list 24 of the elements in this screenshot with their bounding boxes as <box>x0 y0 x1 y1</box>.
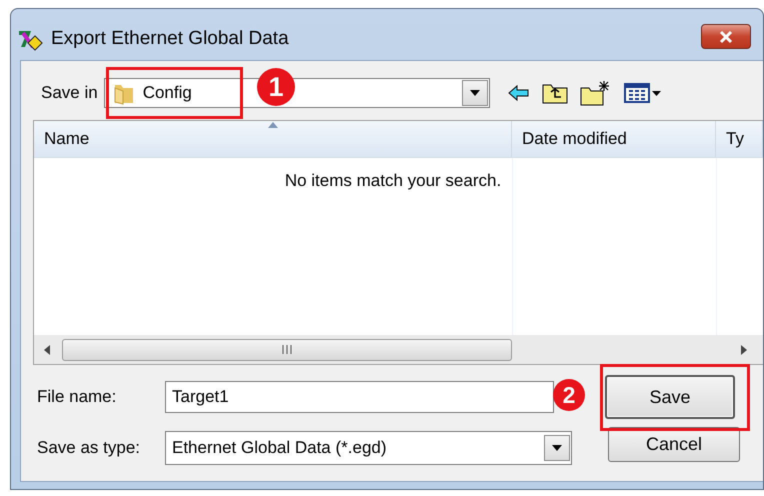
empty-message: No items match your search. <box>284 170 502 192</box>
horizontal-scrollbar[interactable] <box>34 335 763 364</box>
up-folder-icon[interactable] <box>542 82 568 104</box>
save-as-type-dropdown[interactable]: Ethernet Global Data (*.egd) <box>165 431 572 465</box>
close-button[interactable] <box>701 24 751 49</box>
file-name-field[interactable]: Target1 <box>165 381 554 413</box>
step-number: 1 <box>257 68 295 106</box>
window-title: Export Ethernet Global Data <box>51 27 290 52</box>
file-type-value: Ethernet Global Data (*.egd) <box>171 437 388 460</box>
step-number: 2 <box>553 379 585 411</box>
back-arrow-icon[interactable] <box>508 84 530 102</box>
save-as-type-label: Save as type: <box>37 437 142 460</box>
save-button[interactable]: Save <box>605 375 735 419</box>
file-name-label: File name: <box>37 386 118 408</box>
save-in-label: Save in <box>41 82 98 104</box>
cancel-button[interactable]: Cancel <box>608 427 740 462</box>
view-menu-icon[interactable] <box>624 82 662 104</box>
column-header[interactable]: Name <box>44 126 90 152</box>
new-folder-icon[interactable] <box>580 80 610 106</box>
close-icon[interactable] <box>718 30 734 44</box>
column-header[interactable]: Date modified <box>522 126 627 152</box>
column-header[interactable]: Ty <box>726 126 744 152</box>
folder-name: Config <box>142 82 192 104</box>
scrollbar-thumb[interactable] <box>62 338 512 360</box>
